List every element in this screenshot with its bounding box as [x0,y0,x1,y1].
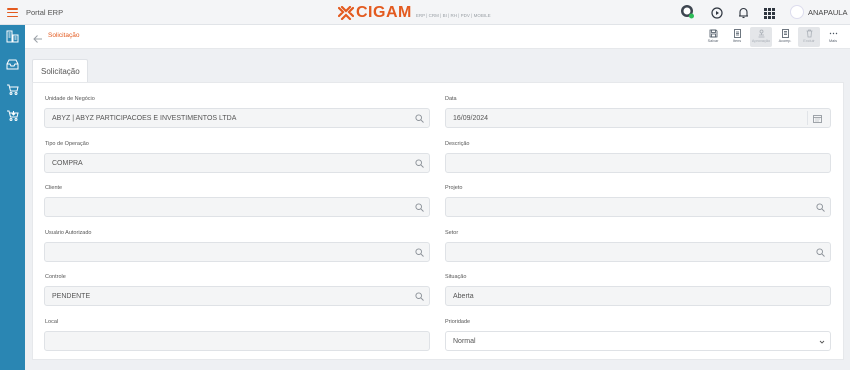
tab-solicitacao[interactable]: Solicitação [32,59,88,83]
left-sidebar [0,25,25,370]
tipo-operacao-label: Tipo de Operação [45,141,89,147]
unidade-value: ABYZ | ABYZ PARTICIPACOES E INVESTIMENTO… [52,115,237,122]
organization-icon[interactable] [6,30,19,43]
search-icon[interactable] [415,114,424,123]
chevron-down-icon [819,340,825,344]
unidade-field[interactable]: ABYZ | ABYZ PARTICIPACOES E INVESTIMENTO… [44,108,430,128]
list-icon [733,29,741,38]
situacao-value: Aberta [453,293,474,300]
more-button-label: Mais [828,39,838,43]
cliente-field[interactable] [44,197,430,217]
calendar-icon [813,114,822,123]
tipo-operacao-field[interactable]: COMPRA [44,153,430,173]
controle-value: PENDENTE [52,293,91,300]
delete-button-label: Excluir [803,39,815,43]
descricao-field[interactable] [445,153,831,173]
search-icon[interactable] [816,248,825,257]
situacao-field: Aberta [445,286,831,306]
shopping-cart-icon[interactable] [6,83,19,96]
search-icon[interactable] [816,203,825,212]
calendar-button[interactable] [807,111,827,125]
follow-up-button[interactable]: Acomp. [774,27,796,47]
items-button[interactable]: Itens [726,27,748,47]
controle-field[interactable]: PENDENTE [44,286,430,306]
tipo-operacao-value: COMPRA [52,160,83,167]
search-icon[interactable] [415,203,424,212]
search-icon[interactable] [415,159,424,168]
more-button[interactable]: Mais [822,27,844,47]
logo-subtitle: ERP | CRM | BI | RH | PDV | MOBILE [415,13,491,18]
save-button[interactable]: Salvar [702,27,724,47]
follow-up-button-label: Acomp. [778,39,792,43]
data-field[interactable]: 16/09/2024 [445,108,831,128]
apps-grid-icon[interactable] [764,6,775,24]
situacao-label: Situação [445,274,467,280]
search-icon[interactable] [415,248,424,257]
play-circle-icon[interactable] [711,6,723,24]
unidade-label: Unidade de Negócio [45,96,95,102]
breadcrumb-title: Solicitação [48,32,80,39]
top-header: Portal ERP CIGAM ERP | CRM | BI | RH | P… [0,0,850,25]
tab-label: Solicitação [41,67,80,76]
prioridade-select[interactable]: Normal [445,331,831,351]
logo-text: CIGAM [356,4,412,21]
save-button-label: Salvar [707,39,719,43]
cigam-logo: CIGAM ERP | CRM | BI | RH | PDV | MOBILE [337,4,491,21]
local-label: Local [45,319,59,325]
back-arrow-icon[interactable] [33,31,43,43]
more-icon [829,32,837,35]
user-name[interactable]: ANAPAULA [808,8,847,17]
save-icon [709,29,717,38]
trash-icon [806,29,812,38]
usuario-autorizado-field[interactable] [44,242,430,262]
projeto-label: Projeto [445,185,463,191]
items-button-label: Itens [732,39,742,43]
setor-field[interactable] [445,242,831,262]
usuario-autorizado-label: Usuário Autorizado [45,230,92,236]
projeto-field[interactable] [445,197,831,217]
data-value: 16/09/2024 [453,115,489,122]
setor-label: Setor [445,230,459,236]
prioridade-value: Normal [453,338,476,345]
controle-label: Controle [45,274,66,280]
hamburger-menu-icon[interactable] [7,8,18,18]
local-field[interactable] [44,331,430,351]
search-icon[interactable] [415,292,424,301]
notification-bell-icon[interactable] [738,6,749,24]
approval-button: Aprovação [750,27,772,47]
cliente-label: Cliente [45,185,63,191]
data-label: Data [445,96,457,102]
portal-title: Portal ERP [26,8,64,17]
action-toolbar: Salvar Itens Aprovação Acomp. Excluir Ma… [702,27,844,47]
user-avatar[interactable] [790,5,804,19]
descricao-label: Descrição [445,141,470,147]
document-icon [781,29,789,38]
breadcrumb-bar: Solicitação Salvar Itens Aprovação Acomp… [25,25,850,49]
prioridade-label: Prioridade [445,319,471,325]
support-agent-icon[interactable] [680,4,694,24]
cart-arrow-icon[interactable] [6,109,19,122]
delete-button: Excluir [798,27,820,47]
approval-icon [758,29,764,38]
cigam-logo-mark-icon [337,5,355,21]
approval-button-label: Aprovação [751,39,771,43]
inbox-icon[interactable] [6,58,19,71]
